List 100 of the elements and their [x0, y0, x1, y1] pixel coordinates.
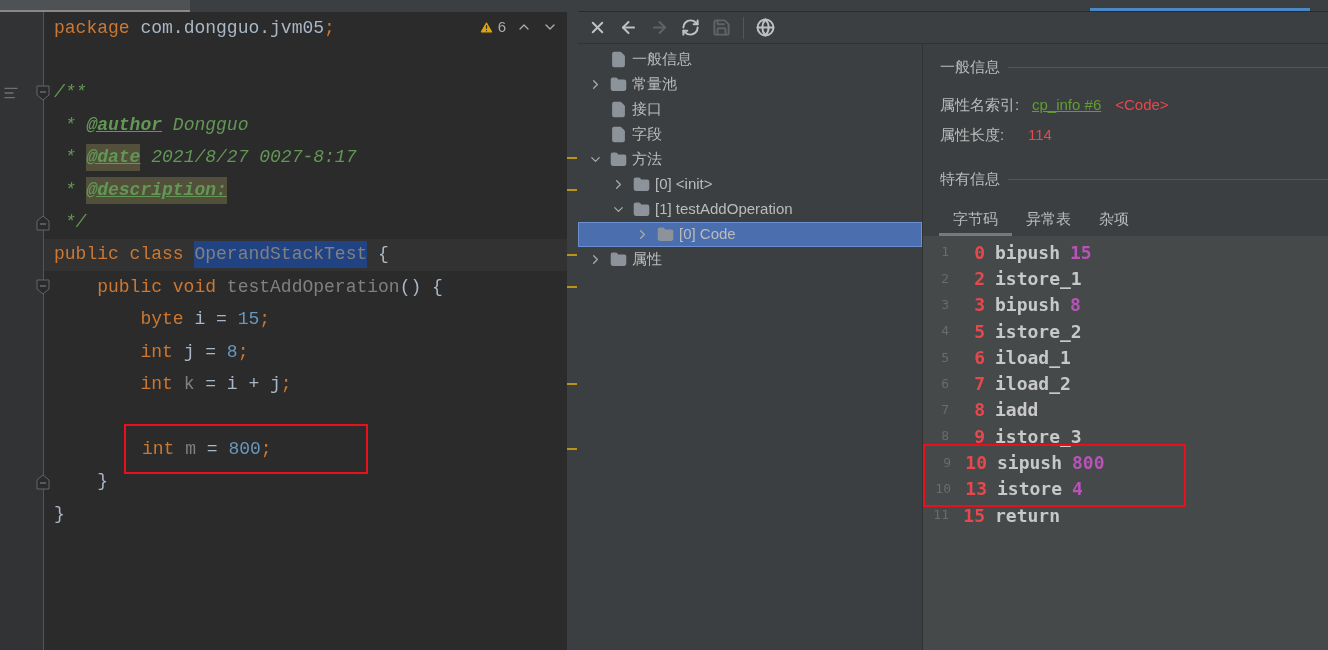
opcode: return — [995, 503, 1061, 528]
warning-stripe-mark[interactable] — [567, 448, 577, 451]
operand: 800 — [1072, 451, 1105, 476]
operand: 8 — [1070, 293, 1081, 318]
opcode: iload_1 — [995, 345, 1071, 370]
section-title: 一般信息 — [940, 56, 1000, 77]
bytecode-offset: 0 — [973, 240, 985, 265]
code-token: m — [185, 437, 197, 461]
bytecode-offset: 9 — [973, 424, 985, 449]
warning-stripe-mark[interactable] — [567, 189, 577, 192]
code-token: OperandStackTest — [194, 241, 368, 269]
opcode: bipush — [995, 240, 1061, 265]
field-label: 属性长度: — [940, 124, 1006, 145]
folder-icon — [610, 76, 627, 93]
code-token: ; — [259, 308, 271, 332]
field-value: 114 — [1028, 124, 1052, 145]
code-token: @date — [86, 144, 141, 172]
opcode: istore_1 — [995, 266, 1082, 291]
tree-item[interactable]: 接口 — [578, 97, 922, 122]
code-token: 800 — [228, 437, 261, 461]
editor-tab[interactable] — [0, 0, 190, 12]
code-token: = — [205, 437, 219, 461]
opcode: iadd — [995, 398, 1039, 423]
code-token: byte — [139, 308, 185, 332]
operand: 4 — [1072, 477, 1083, 502]
opcode: istore — [997, 477, 1063, 502]
opcode: sipush — [997, 451, 1063, 476]
unfold-end-icon[interactable] — [36, 473, 50, 490]
field-label: 属性名索引: — [940, 94, 1021, 115]
bytecode-offset: 10 — [964, 451, 987, 476]
operand: 15 — [1070, 240, 1092, 265]
tree-item[interactable]: 字段 — [578, 122, 922, 147]
folder-icon — [633, 201, 650, 218]
fold-icon[interactable] — [36, 84, 50, 101]
field-value: <Code> — [1115, 94, 1169, 115]
code-token: = i + j — [204, 373, 281, 396]
constant-pool-link[interactable]: cp_info #6 — [1032, 93, 1102, 117]
code-token: * — [63, 113, 77, 137]
tab[interactable]: 异常表 — [1012, 206, 1085, 236]
bytecode-offset: 2 — [973, 266, 985, 291]
code-token: /** — [54, 81, 87, 105]
opcode: istore_2 — [995, 319, 1082, 344]
code-token: */ — [63, 211, 87, 235]
bytecode-offset: 5 — [973, 319, 985, 344]
warning-stripe-mark[interactable] — [567, 253, 577, 256]
bytecode-offset: 13 — [964, 477, 987, 502]
file-icon — [610, 101, 627, 118]
code-token: ; — [260, 437, 272, 461]
code-token: @description: — [86, 176, 227, 204]
code-token: ; — [324, 16, 335, 40]
opcode: bipush — [995, 293, 1061, 318]
code-token: { — [377, 243, 389, 267]
code-token: int — [142, 437, 176, 461]
code-token: } — [96, 470, 108, 494]
code-token: } — [54, 502, 65, 526]
code-token: i = — [194, 308, 228, 332]
fold-icon[interactable] — [36, 279, 50, 296]
opcode: iload_2 — [995, 372, 1071, 397]
code-token: int — [139, 373, 174, 396]
bytecode-offset: 7 — [973, 372, 985, 397]
code-token: com.dongguo.jvm05 — [140, 16, 325, 40]
refresh-icon[interactable] — [681, 18, 700, 37]
code-token: public void — [96, 275, 218, 299]
tab[interactable]: 杂项 — [1085, 206, 1143, 236]
bytecode-offset: 15 — [962, 503, 985, 528]
tree-item[interactable]: 方法 — [578, 147, 922, 172]
warning-stripe-mark[interactable] — [567, 383, 577, 386]
code-token: () { — [399, 275, 443, 299]
inspection-warning-count[interactable]: 6 — [478, 16, 506, 39]
warning-stripe-mark[interactable] — [567, 156, 577, 159]
code-token: 8 — [226, 340, 238, 364]
warning-stripe-mark[interactable] — [567, 286, 577, 289]
code-token: ; — [280, 373, 292, 396]
tree-item[interactable]: [0] <init> — [578, 172, 922, 197]
opcode: istore_3 — [995, 424, 1082, 449]
code-token: testAddOperation — [226, 275, 400, 299]
code-token: * — [63, 178, 77, 202]
section-title: 特有信息 — [940, 168, 1000, 189]
file-icon — [610, 126, 627, 143]
code-token: package — [54, 16, 131, 40]
folder-icon — [633, 176, 650, 193]
warning-icon — [478, 19, 494, 35]
folder-icon — [657, 226, 674, 243]
bytecode-offset: 3 — [973, 293, 985, 318]
code-token: @author — [86, 113, 163, 137]
file-icon — [610, 51, 627, 68]
tree-item[interactable]: 一般信息 — [578, 47, 922, 72]
tree-item[interactable]: [1] testAddOperation — [578, 197, 922, 222]
folder-icon — [610, 251, 627, 268]
code-token: j = — [183, 340, 218, 364]
code-token: 15 — [237, 308, 260, 332]
unfold-end-icon[interactable] — [36, 214, 50, 231]
tree-item[interactable]: 常量池 — [578, 72, 922, 97]
folder-icon — [610, 151, 627, 168]
code-token: ; — [237, 340, 249, 364]
code-token: int — [139, 340, 174, 364]
globe-icon[interactable] — [756, 18, 775, 37]
code-token: Dongguo — [171, 113, 249, 137]
tree-item[interactable]: 属性 — [578, 247, 922, 272]
code-token: public class — [54, 243, 185, 267]
